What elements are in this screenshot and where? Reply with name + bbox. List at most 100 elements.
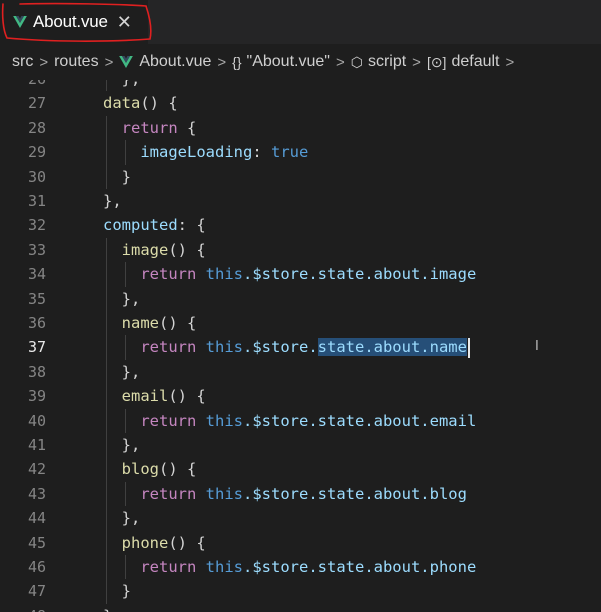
variable-icon: [⊙] bbox=[426, 53, 447, 70]
code-line[interactable]: 44 }, bbox=[0, 506, 601, 530]
indent-guide bbox=[106, 286, 107, 311]
code-line[interactable]: 33 image() { bbox=[0, 238, 601, 262]
line-number: 27 bbox=[27, 94, 46, 113]
indent-guide bbox=[106, 579, 107, 604]
indent-guide bbox=[106, 384, 107, 409]
code-text: return this.$store.state.about.phone bbox=[140, 558, 477, 576]
code-text: image() { bbox=[121, 240, 206, 259]
code-line[interactable]: 45 phone() { bbox=[0, 531, 601, 555]
indent-guide bbox=[106, 335, 107, 360]
line-number: 36 bbox=[27, 314, 46, 332]
indent-guide bbox=[106, 80, 107, 92]
tab-about-vue[interactable]: About.vue ✕ bbox=[0, 0, 148, 44]
tab-label: About.vue bbox=[33, 12, 108, 31]
line-number: 40 bbox=[27, 411, 46, 430]
line-number: 34 bbox=[27, 265, 46, 284]
breadcrumb-label: routes bbox=[54, 53, 99, 70]
text-caret bbox=[467, 337, 470, 358]
code-line[interactable]: 39 email() { bbox=[0, 384, 601, 408]
code-line[interactable]: 36 name() { bbox=[0, 311, 601, 335]
code-line[interactable]: 48}, bbox=[0, 604, 601, 612]
breadcrumb-item-default[interactable]: [⊙] default bbox=[427, 53, 500, 71]
code-line[interactable]: 34 return this.$store.state.about.image bbox=[0, 262, 601, 286]
indent-guide bbox=[106, 481, 107, 507]
breadcrumb-item-src[interactable]: src bbox=[12, 53, 33, 71]
cube-icon: ⬡ bbox=[350, 53, 363, 70]
indent-guide bbox=[124, 555, 126, 580]
indent-guide bbox=[124, 408, 126, 433]
code-line[interactable]: 37 return this.$store.state.about.name bbox=[0, 335, 601, 359]
breadcrumb-item-script[interactable]: ⬡ script bbox=[351, 53, 406, 71]
code-line[interactable]: 41 }, bbox=[0, 433, 601, 457]
breadcrumb-label: src bbox=[12, 53, 34, 70]
line-number: 26 bbox=[0, 80, 46, 91]
line-number: 45 bbox=[27, 533, 46, 552]
code-line[interactable]: 32 computed: { bbox=[0, 213, 601, 237]
indent-guide bbox=[124, 140, 126, 165]
line-number: 48 bbox=[0, 604, 46, 612]
indent-guide bbox=[124, 335, 126, 360]
code-text: return this.$store.state.about.blog bbox=[140, 484, 467, 503]
code-line[interactable]: 42 blog() { bbox=[0, 457, 601, 481]
indent-guide bbox=[106, 262, 107, 287]
selected-text: state.about.name bbox=[317, 338, 467, 357]
breadcrumb-label: "About.vue" bbox=[246, 53, 330, 70]
code-line[interactable]: 27 data() { bbox=[0, 91, 601, 115]
breadcrumb-label: About.vue bbox=[139, 53, 212, 70]
chevron-right-icon: > bbox=[412, 53, 421, 71]
breadcrumb-item-file[interactable]: About.vue bbox=[119, 53, 211, 71]
code-text: } bbox=[121, 167, 132, 186]
code-text: return this.$store.state.about.email bbox=[140, 411, 477, 430]
object-icon: {} bbox=[232, 54, 242, 70]
code-line[interactable]: 30 } bbox=[0, 165, 601, 189]
vue-icon bbox=[119, 56, 134, 68]
code-text: blog() { bbox=[121, 460, 197, 479]
breadcrumb-item-object[interactable]: {} "About.vue" bbox=[232, 53, 330, 71]
code-text: return { bbox=[121, 118, 197, 137]
indent-guide bbox=[106, 237, 107, 263]
code-text: imageLoading: true bbox=[140, 143, 309, 162]
indent-guide bbox=[106, 408, 107, 433]
code-line[interactable]: 29 imageLoading: true bbox=[0, 140, 601, 164]
chevron-right-icon: > bbox=[39, 53, 49, 71]
line-number: 43 bbox=[27, 484, 46, 503]
tab-bar: About.vue ✕ bbox=[0, 0, 601, 44]
code-text: } bbox=[121, 582, 132, 601]
code-line[interactable]: 26 }, bbox=[0, 80, 601, 91]
close-icon[interactable]: ✕ bbox=[117, 13, 132, 31]
line-number: 33 bbox=[27, 240, 46, 259]
indent-guide bbox=[106, 457, 107, 482]
chevron-right-icon: > bbox=[217, 53, 227, 71]
indent-guide bbox=[106, 359, 107, 385]
code-text: }, bbox=[121, 509, 141, 528]
code-line[interactable]: 47 } bbox=[0, 579, 601, 603]
code-editor[interactable]: I 26 },27data() {28 return {29 imageLoad… bbox=[0, 80, 601, 612]
indent-guide bbox=[124, 481, 126, 507]
code-line[interactable]: 40 return this.$store.state.about.email bbox=[0, 409, 601, 433]
code-text: name() { bbox=[121, 314, 197, 332]
line-number: 44 bbox=[27, 509, 46, 528]
code-text: }, bbox=[103, 80, 141, 91]
code-text: data() { bbox=[103, 94, 178, 113]
code-text: return this.$store.state.about.image bbox=[140, 265, 477, 284]
code-line[interactable]: 38 }, bbox=[0, 360, 601, 384]
line-number: 29 bbox=[27, 143, 46, 162]
breadcrumb-label: script bbox=[367, 53, 407, 70]
code-line[interactable]: 31}, bbox=[0, 189, 601, 213]
code-line[interactable]: 43 return this.$store.state.about.blog bbox=[0, 482, 601, 506]
code-text: }, bbox=[103, 192, 122, 210]
breadcrumb-item-routes[interactable]: routes bbox=[54, 53, 98, 71]
indent-guide bbox=[106, 555, 107, 580]
line-number: 35 bbox=[27, 289, 46, 308]
code-line[interactable]: 35 }, bbox=[0, 287, 601, 311]
code-text: }, bbox=[121, 436, 141, 454]
line-number: 46 bbox=[27, 558, 46, 576]
chevron-right-icon: > bbox=[104, 53, 114, 71]
line-number: 41 bbox=[27, 436, 46, 454]
indent-guide bbox=[106, 164, 107, 189]
indent-guide bbox=[106, 115, 107, 141]
code-line[interactable]: 46 return this.$store.state.about.phone bbox=[0, 555, 601, 579]
code-line[interactable]: 28 return { bbox=[0, 116, 601, 140]
line-number: 32 bbox=[27, 216, 46, 235]
chevron-right-icon: > bbox=[505, 53, 515, 71]
